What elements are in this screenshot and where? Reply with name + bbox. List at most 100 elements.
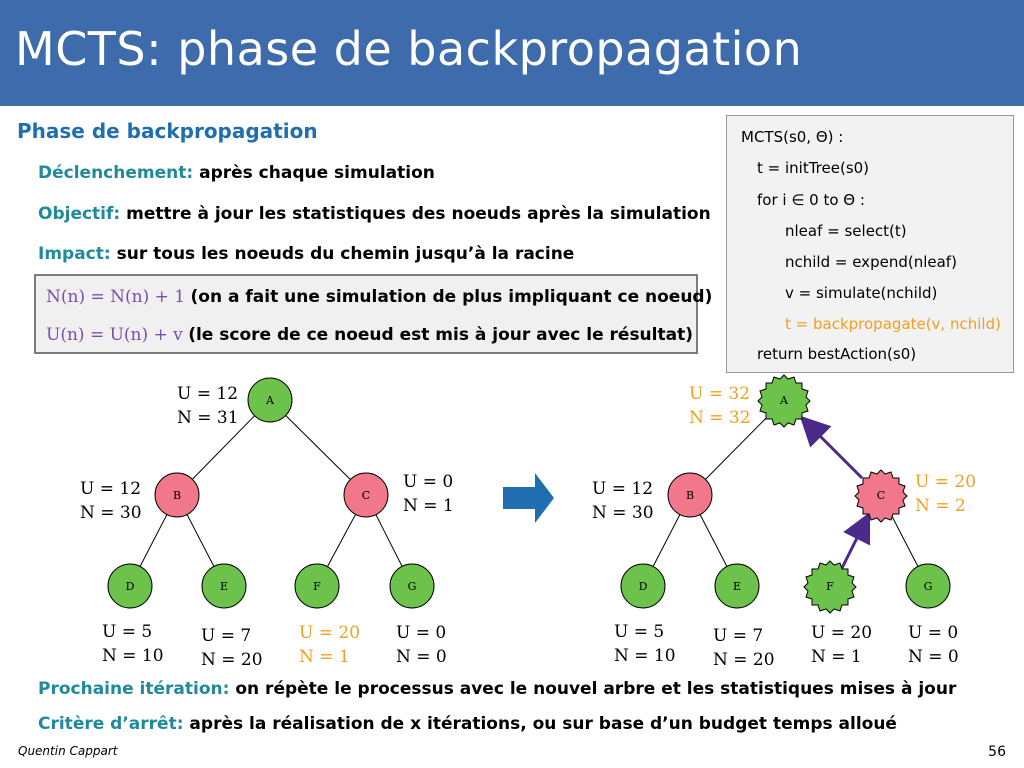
node-label: G — [408, 580, 417, 593]
right-stat-E: U = 7 N = 20 — [713, 624, 775, 672]
stat-u: U = 20 — [811, 623, 873, 643]
stat-u: U = 20 — [299, 623, 361, 643]
stat-n: N = 32 — [689, 408, 751, 428]
page-number: 56 — [988, 744, 1006, 760]
stat-u: U = 0 — [908, 623, 959, 643]
transition-arrow-icon — [503, 473, 554, 523]
bullet-text: après chaque simulation — [199, 163, 435, 183]
formula-desc: (le score de ce noeud est mis à jour ave… — [188, 325, 693, 345]
algo-line-backpropagate: t = backpropagate(v, nchild) — [785, 315, 1001, 333]
bullet-text: mettre à jour les statistiques des noeud… — [126, 204, 711, 224]
bullet-label: Objectif: — [38, 204, 121, 224]
stat-u: U = 12 — [177, 384, 239, 404]
right-node-C: C — [854, 469, 908, 523]
algo-line-expand: nchild = expend(nleaf) — [785, 253, 957, 271]
stat-n: N = 0 — [396, 647, 447, 667]
stat-n: N = 0 — [908, 647, 959, 667]
algo-line-simulate: v = simulate(nchild) — [785, 284, 938, 302]
bullet-next-iteration: Prochaine itération: on répète le proces… — [38, 679, 956, 699]
right-stat-F: U = 20 N = 1 — [811, 621, 872, 669]
stat-u: U = 20 — [915, 472, 977, 492]
bullet-stop-criterion: Critère d’arrêt: après la réalisation de… — [38, 714, 897, 734]
footer-author: Quentin Cappart — [18, 744, 118, 758]
algo-line-init: t = initTree(s0) — [757, 159, 870, 177]
section-title: Phase de backpropagation — [17, 119, 318, 143]
left-stat-F: U = 20 N = 1 — [299, 621, 360, 669]
bullet-trigger: Déclenchement: après chaque simulation — [38, 163, 435, 183]
stat-u: U = 7 — [713, 626, 764, 646]
bullet-impact: Impact: sur tous les noeuds du chemin ju… — [38, 244, 574, 264]
algo-line-for: for i ∈ 0 to Θ : — [757, 191, 865, 209]
stat-u: U = 7 — [201, 626, 252, 646]
node-label: D — [639, 580, 648, 593]
right-node-F: F — [803, 560, 857, 614]
slide-title: MCTS: phase de backpropagation — [15, 22, 803, 76]
node-label: B — [173, 489, 181, 502]
formula-math: U(n) = U(n) + v — [46, 325, 183, 345]
node-label: E — [733, 580, 741, 593]
stat-n: N = 1 — [299, 647, 350, 667]
node-label: A — [265, 394, 275, 407]
stat-n: N = 30 — [592, 503, 654, 523]
node-label: E — [220, 580, 228, 593]
left-node-D: D — [107, 563, 153, 609]
bullet-text: on répète le processus avec le nouvel ar… — [235, 679, 957, 699]
stat-u: U = 5 — [614, 622, 665, 642]
left-node-B: B — [154, 472, 200, 518]
right-stat-C: U = 20 N = 2 — [915, 470, 976, 518]
stat-u: U = 0 — [403, 472, 454, 492]
stat-n: N = 10 — [614, 646, 676, 666]
bullet-text: sur tous les noeuds du chemin jusqu’à la… — [116, 244, 575, 264]
node-label: C — [877, 489, 885, 502]
stat-u: U = 32 — [689, 384, 751, 404]
right-stat-G: U = 0 N = 0 — [908, 621, 959, 669]
backprop-arrow-f-to-c — [840, 511, 871, 569]
bullet-label: Impact: — [38, 244, 111, 264]
node-label: A — [779, 394, 789, 407]
bullet-label: Critère d’arrêt: — [38, 714, 184, 734]
algo-line-header: MCTS(s0, Θ) : — [741, 128, 844, 146]
node-label: C — [362, 489, 370, 502]
backprop-arrow-c-to-a — [799, 415, 864, 480]
left-stat-E: U = 7 N = 20 — [201, 624, 263, 672]
right-stat-B: U = 12 N = 30 — [592, 477, 654, 525]
left-stat-G: U = 0 N = 0 — [396, 621, 447, 669]
bullet-objective: Objectif: mettre à jour les statistiques… — [38, 204, 711, 224]
algorithm-box: MCTS(s0, Θ) : t = initTree(s0) for i ∈ 0… — [726, 115, 1014, 373]
node-label: G — [924, 580, 933, 593]
left-stat-D: U = 5 N = 10 — [102, 620, 164, 668]
left-node-C: C — [343, 472, 389, 518]
node-label: D — [126, 580, 135, 593]
stat-n: N = 2 — [915, 496, 966, 516]
stat-n: N = 31 — [177, 408, 239, 428]
formula-desc: (on a fait une simulation de plus impliq… — [190, 287, 713, 307]
right-node-E: E — [714, 563, 760, 609]
left-node-F: F — [294, 563, 340, 609]
left-stat-A: U = 12 N = 31 — [177, 382, 239, 430]
formula-math: N(n) = N(n) + 1 — [46, 287, 186, 307]
stat-u: U = 12 — [592, 479, 654, 499]
node-label: F — [826, 580, 834, 593]
stat-u: U = 5 — [102, 622, 153, 642]
right-node-D: D — [620, 563, 666, 609]
stat-n: N = 1 — [811, 647, 862, 667]
left-node-E: E — [201, 563, 247, 609]
stat-n: N = 30 — [80, 503, 142, 523]
right-stat-A: U = 32 N = 32 — [689, 382, 751, 430]
formula-u-update: U(n) = U(n) + v (le score de ce noeud es… — [46, 325, 693, 345]
node-label: B — [686, 489, 694, 502]
formula-box: N(n) = N(n) + 1 (on a fait une simulatio… — [34, 274, 712, 354]
algo-line-select: nleaf = select(t) — [785, 222, 907, 240]
left-node-A: A — [247, 377, 293, 423]
node-label: F — [313, 580, 321, 593]
right-node-A: A — [757, 374, 811, 428]
formula-n-update: N(n) = N(n) + 1 (on a fait une simulatio… — [46, 287, 712, 307]
bullet-text: après la réalisation de x itérations, ou… — [189, 714, 897, 734]
right-stat-D: U = 5 N = 10 — [614, 620, 676, 668]
right-node-G: G — [905, 563, 951, 609]
bullet-label: Prochaine itération: — [38, 679, 230, 699]
stat-u: U = 12 — [80, 479, 142, 499]
stat-n: N = 10 — [102, 646, 164, 666]
left-stat-C: U = 0 N = 1 — [403, 470, 454, 518]
stat-n: N = 1 — [403, 496, 454, 516]
